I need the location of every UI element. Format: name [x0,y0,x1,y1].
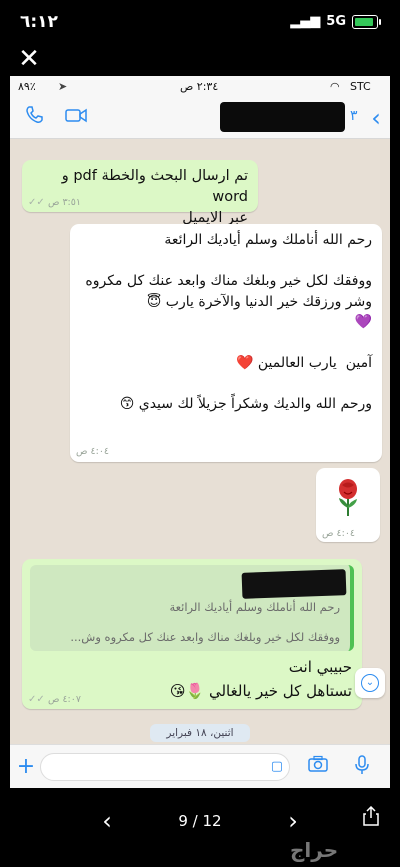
quote-line: ووفقك لكل خير وبلغك مناك وابعد عنك كل مك… [70,630,340,644]
image-viewer-toolbar: ‹ 9 / 12 › حراج [0,790,400,867]
message-time: ٤:٠٤ ص [76,446,110,457]
clock: ٦:١٢ [20,12,58,32]
inner-time: ٢:٣٤ ص [180,80,219,93]
microphone-icon[interactable] [350,755,374,779]
inner-battery: ٨٩٪ [18,80,36,93]
page-counter: 9 / 12 [178,812,222,830]
camera-icon[interactable] [306,755,330,779]
signal-icon: ▂▄▆ [290,14,321,29]
message-input-bar: + ▢ [10,744,390,788]
date-divider: اثنين، ١٨ فبراير [150,724,250,742]
phone-call-icon[interactable] [20,104,48,132]
watermark-logo: حراج [290,838,339,862]
scroll-to-bottom-button[interactable]: ⌄ [355,668,385,698]
redacted-quote-author [241,569,347,599]
sticker-icon[interactable]: ▢ [271,759,283,774]
wifi-icon: ◠ [330,80,340,93]
redacted-contact-name[interactable] [220,102,345,132]
unread-count: ٣ [350,108,358,124]
battery-icon [352,14,381,29]
next-image-button[interactable]: › [278,806,308,836]
quote-line: رحم الله أناملك وسلم أياديك الرائعة [169,600,340,614]
read-ticks-icon: ✓✓ [28,197,48,208]
share-button[interactable] [356,805,386,836]
inner-status-bar: ٨٩٪ ➤ ٢:٣٤ ص STC ◠ [10,76,390,98]
previous-image-button[interactable]: ‹ [92,806,122,836]
device-status-bar: ٦:١٢ ▂▄▆ 5G [0,0,400,44]
battery-fill [355,17,373,26]
back-chevron-icon[interactable]: ‹ [362,104,390,132]
message-time: ٤:٠٤ ص [322,528,356,539]
message-input[interactable]: ▢ [40,753,290,781]
chat-header: ٣ ‹ [10,98,390,139]
message-text: رحم الله أناملك وسلم أياديك الرائعة ووفق… [85,232,372,412]
network-indicators: ▂▄▆ 5G [290,14,381,29]
inner-carrier: STC [350,80,371,93]
read-ticks-icon: ✓✓ [28,694,48,705]
chat-screenshot: ٨٩٪ ➤ ٢:٣٤ ص STC ◠ ٣ ‹ تم ارسال البحث وا… [10,76,390,788]
add-attachment-icon[interactable]: + [14,755,38,779]
video-call-icon[interactable] [62,104,90,132]
message-time: ✓✓ ٣:٥١ ص [28,197,81,208]
close-button[interactable]: ✕ [14,44,44,74]
message-bubble-outgoing-reply[interactable]: رحم الله أناملك وسلم أياديك الرائعة ووفق… [22,559,362,709]
network-label: 5G [326,14,346,29]
message-time: ✓✓ ٤:٠٧ ص [28,694,81,705]
message-bubble-incoming[interactable]: رحم الله أناملك وسلم أياديك الرائعة ووفق… [70,224,382,462]
rose-image [339,479,357,516]
chevron-down-icon: ⌄ [361,674,379,692]
location-icon: ➤ [58,80,68,93]
